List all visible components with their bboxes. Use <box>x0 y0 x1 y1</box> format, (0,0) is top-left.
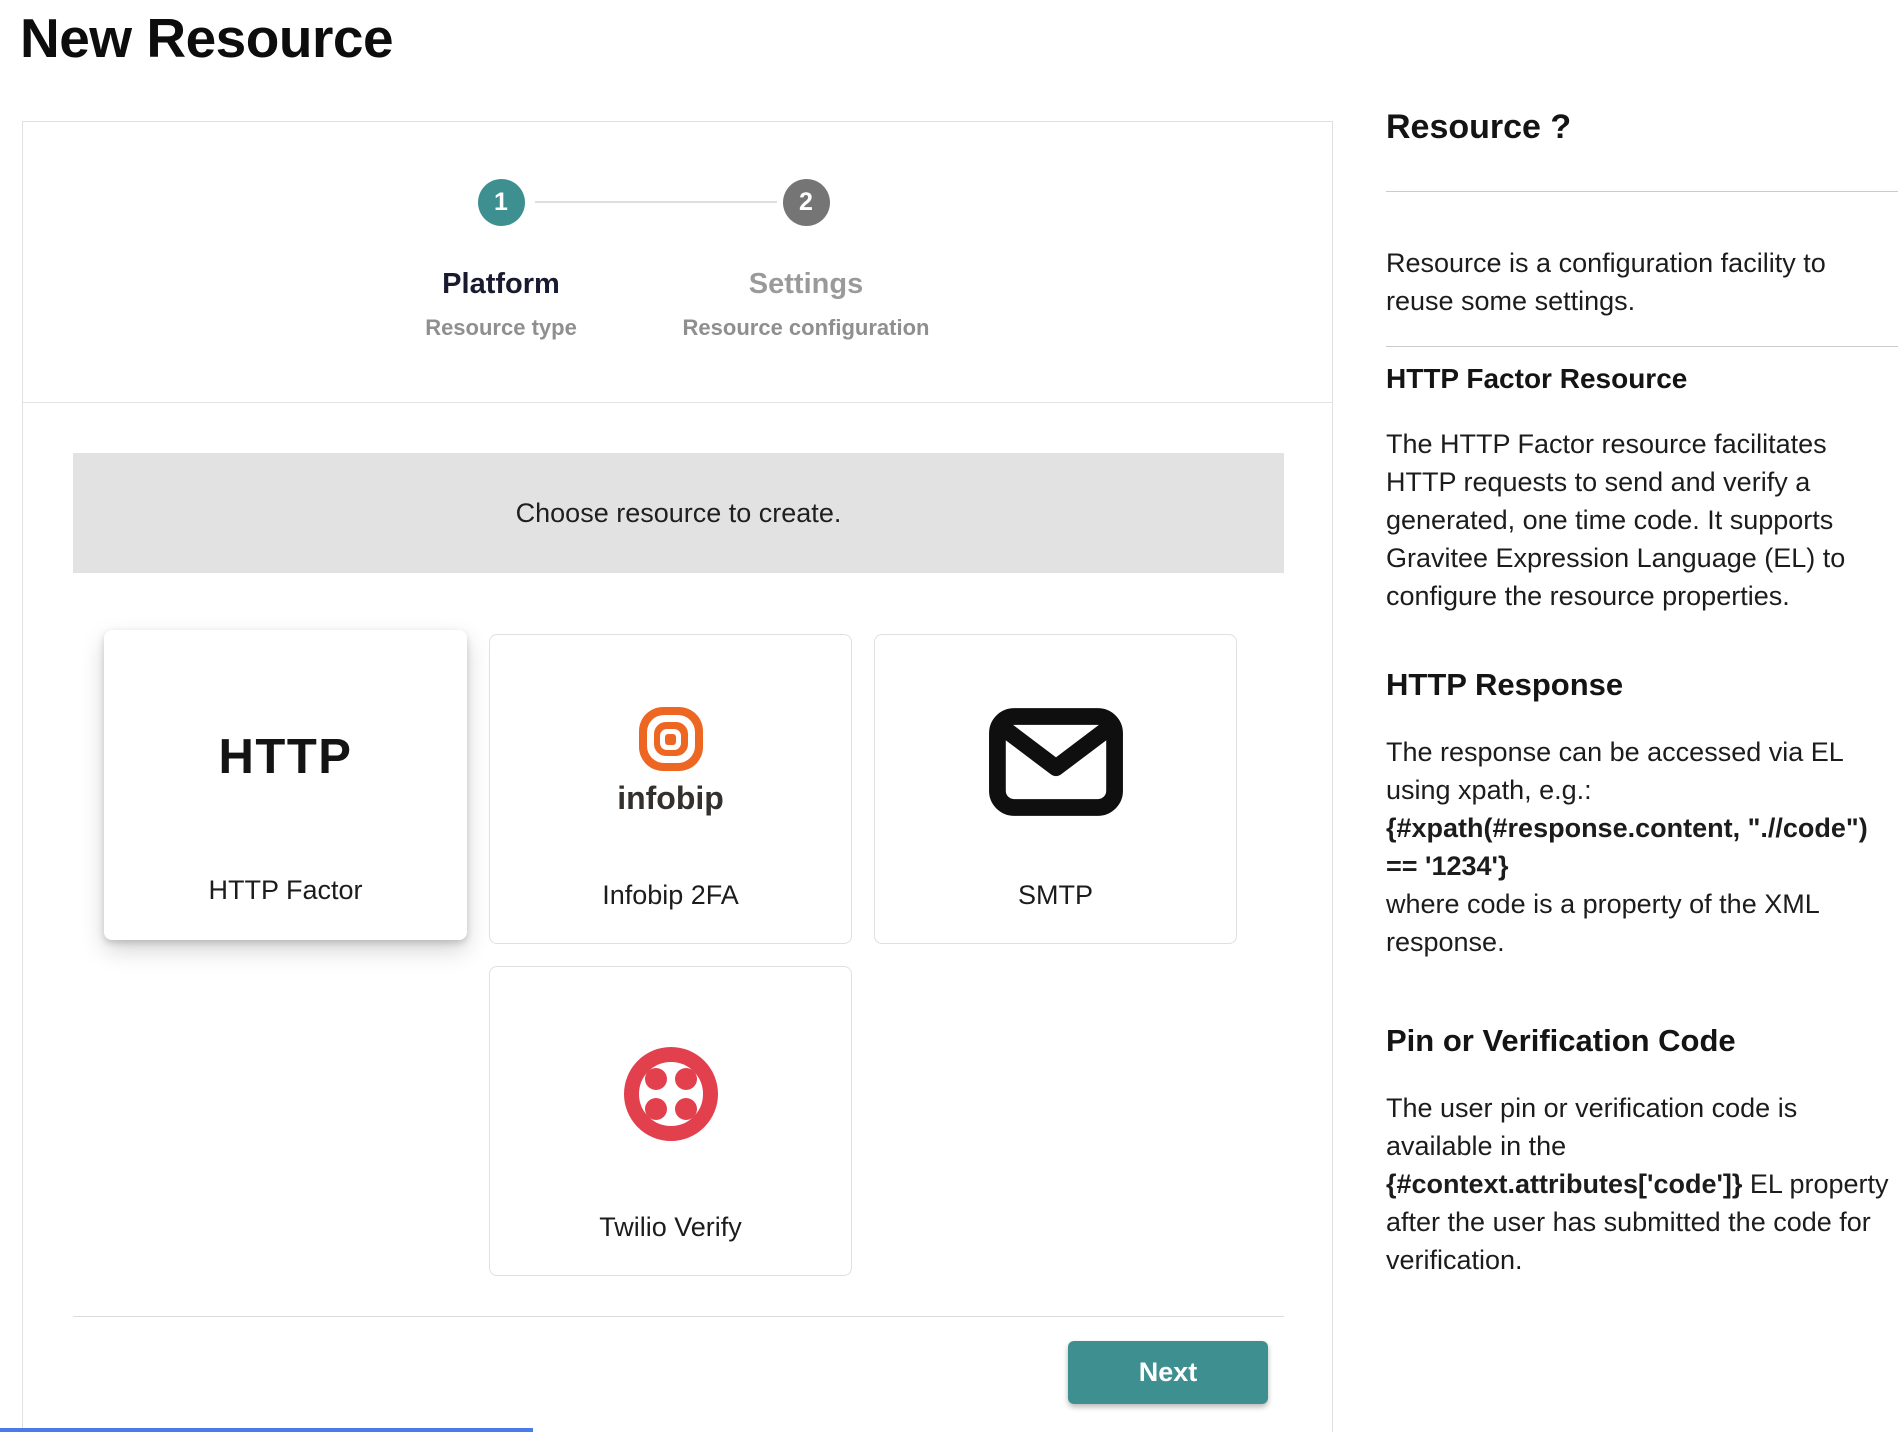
resource-card-label: HTTP Factor <box>208 875 362 906</box>
stepper-step-platform[interactable]: 1 Platform Resource type <box>341 179 661 341</box>
resource-card-infobip-2fa[interactable]: infobip Infobip 2FA <box>489 634 852 944</box>
step-1-label: Platform <box>341 268 661 301</box>
http-logo: HTTP <box>104 682 467 832</box>
stepper: 1 Platform Resource type 2 Settings Reso… <box>23 122 1332 403</box>
next-button[interactable]: Next <box>1068 1341 1268 1404</box>
help-divider <box>1386 191 1898 192</box>
help-heading-http-factor: HTTP Factor Resource <box>1386 363 1898 395</box>
help-divider <box>1386 346 1898 347</box>
help-intro: Resource is a configuration facility to … <box>1386 244 1898 320</box>
resource-card-label: Twilio Verify <box>599 1212 742 1243</box>
help-http-response-body: The response can be accessed via EL usin… <box>1386 733 1898 961</box>
help-pin-body: The user pin or verification code is ava… <box>1386 1089 1898 1279</box>
response-outro: where code is a property of the XML resp… <box>1386 889 1819 957</box>
bottom-blue-line <box>0 1428 533 1432</box>
new-resource-panel: 1 Platform Resource type 2 Settings Reso… <box>22 121 1333 1432</box>
help-heading-http-response: HTTP Response <box>1386 667 1898 703</box>
response-el-code: {#xpath(#response.content, ".//code") ==… <box>1386 813 1868 881</box>
twilio-ring-icon <box>624 1047 718 1141</box>
help-sidebar: Resource ? Resource is a configuration f… <box>1386 108 1898 1279</box>
twilio-logo <box>490 1019 851 1169</box>
infobip-wordmark: infobip <box>617 780 724 817</box>
resource-card-twilio-verify[interactable]: Twilio Verify <box>489 966 852 1276</box>
infobip-target-icon <box>639 707 703 771</box>
step-2-label: Settings <box>646 268 966 301</box>
resource-card-http-factor[interactable]: HTTP HTTP Factor <box>104 630 467 940</box>
resource-card-label: Infobip 2FA <box>602 880 739 911</box>
resource-card-label: SMTP <box>1018 880 1093 911</box>
http-wordmark: HTTP <box>219 729 353 785</box>
step-2-badge: 2 <box>783 179 830 226</box>
step-1-sublabel: Resource type <box>341 315 661 341</box>
resource-card-grid: HTTP HTTP Factor infobip Infobip 2FA <box>104 634 1284 1276</box>
choose-resource-banner: Choose resource to create. <box>73 453 1284 573</box>
help-heading-pin: Pin or Verification Code <box>1386 1023 1898 1059</box>
envelope-icon <box>875 687 1236 837</box>
stepper-step-settings[interactable]: 2 Settings Resource configuration <box>646 179 966 341</box>
resource-card-smtp[interactable]: SMTP <box>874 634 1237 944</box>
help-title: Resource ? <box>1386 108 1898 147</box>
infobip-logo: infobip <box>490 687 851 837</box>
page-title: New Resource <box>20 6 393 70</box>
step-2-sublabel: Resource configuration <box>646 315 966 341</box>
pin-intro: The user pin or verification code is ava… <box>1386 1093 1797 1161</box>
help-http-factor-body: The HTTP Factor resource facilitates HTT… <box>1386 425 1898 615</box>
pin-el-code: {#context.attributes['code']} <box>1386 1169 1742 1199</box>
response-intro: The response can be accessed via EL usin… <box>1386 737 1843 805</box>
step-1-badge: 1 <box>478 179 525 226</box>
